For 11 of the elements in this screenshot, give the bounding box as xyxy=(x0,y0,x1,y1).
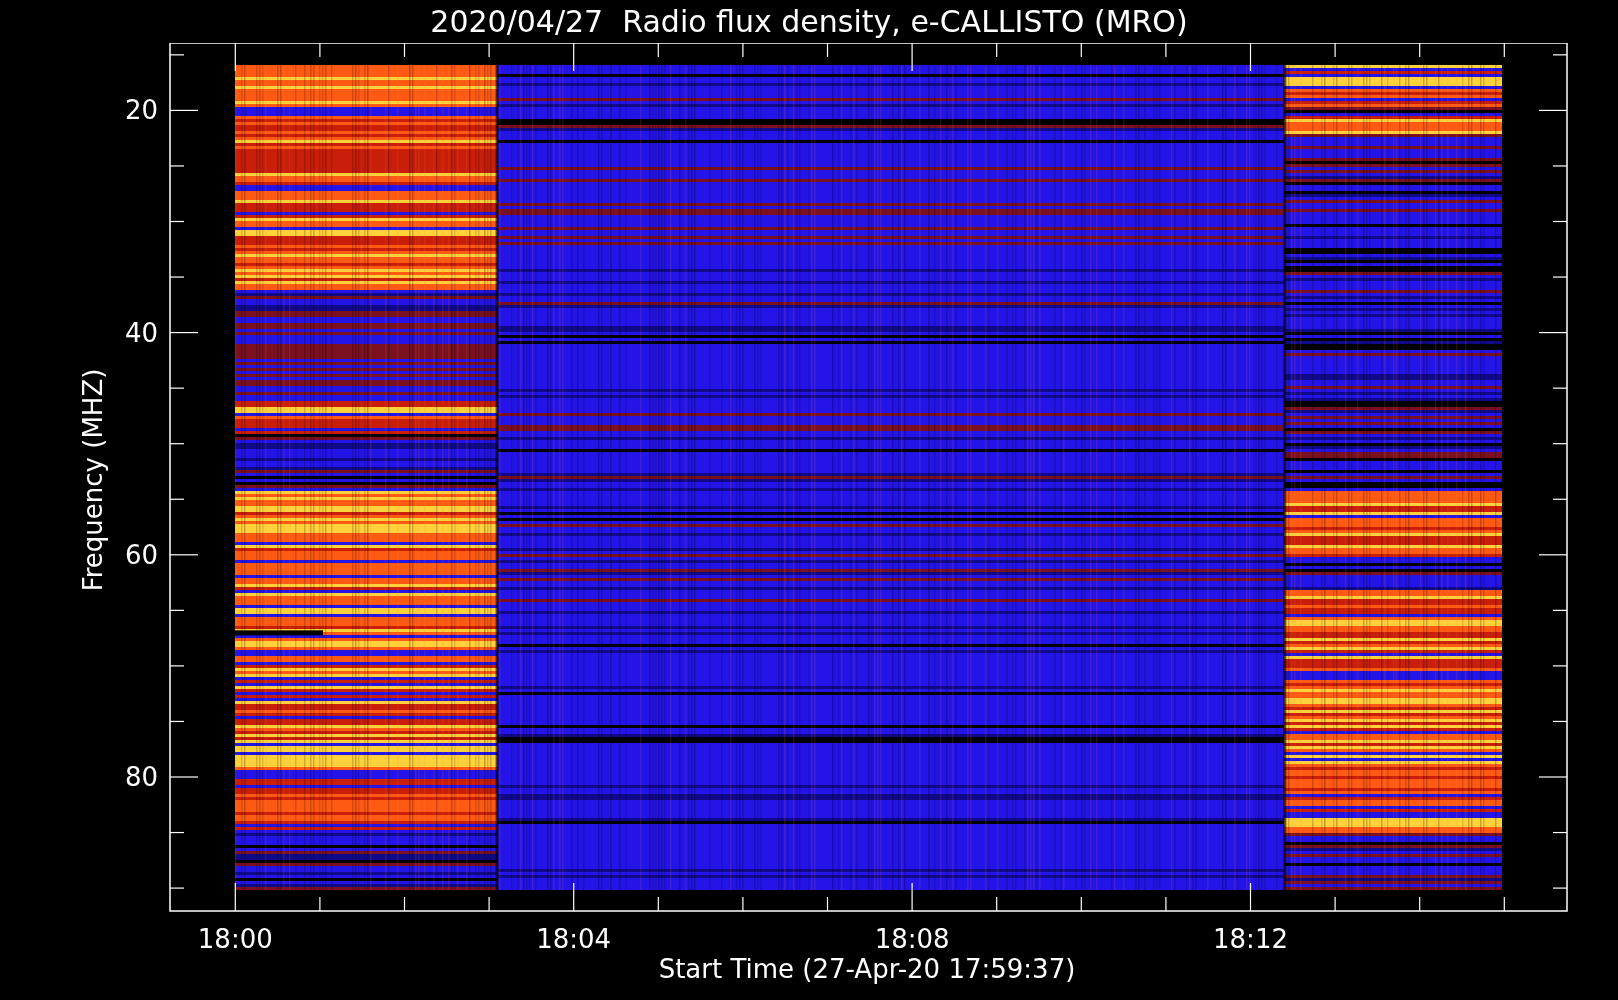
tick-label: 18:04 xyxy=(536,924,612,954)
tick-label: 40 xyxy=(124,317,158,348)
tick-label: 20 xyxy=(124,95,158,126)
axis-label: Start Time (27-Apr-20 17:59:37) xyxy=(658,954,1076,984)
chart-title: 2020/04/27 Radio flux density, e-CALLISTO (MRO) xyxy=(430,6,1188,37)
axis-label: Frequency (MHZ) xyxy=(78,368,108,592)
tick-label: 18:08 xyxy=(874,924,950,954)
tick-label: 18:12 xyxy=(1213,924,1288,954)
tick-label: 18:00 xyxy=(197,924,273,954)
tick-label: 60 xyxy=(124,539,158,570)
tick-label: 80 xyxy=(124,762,158,792)
